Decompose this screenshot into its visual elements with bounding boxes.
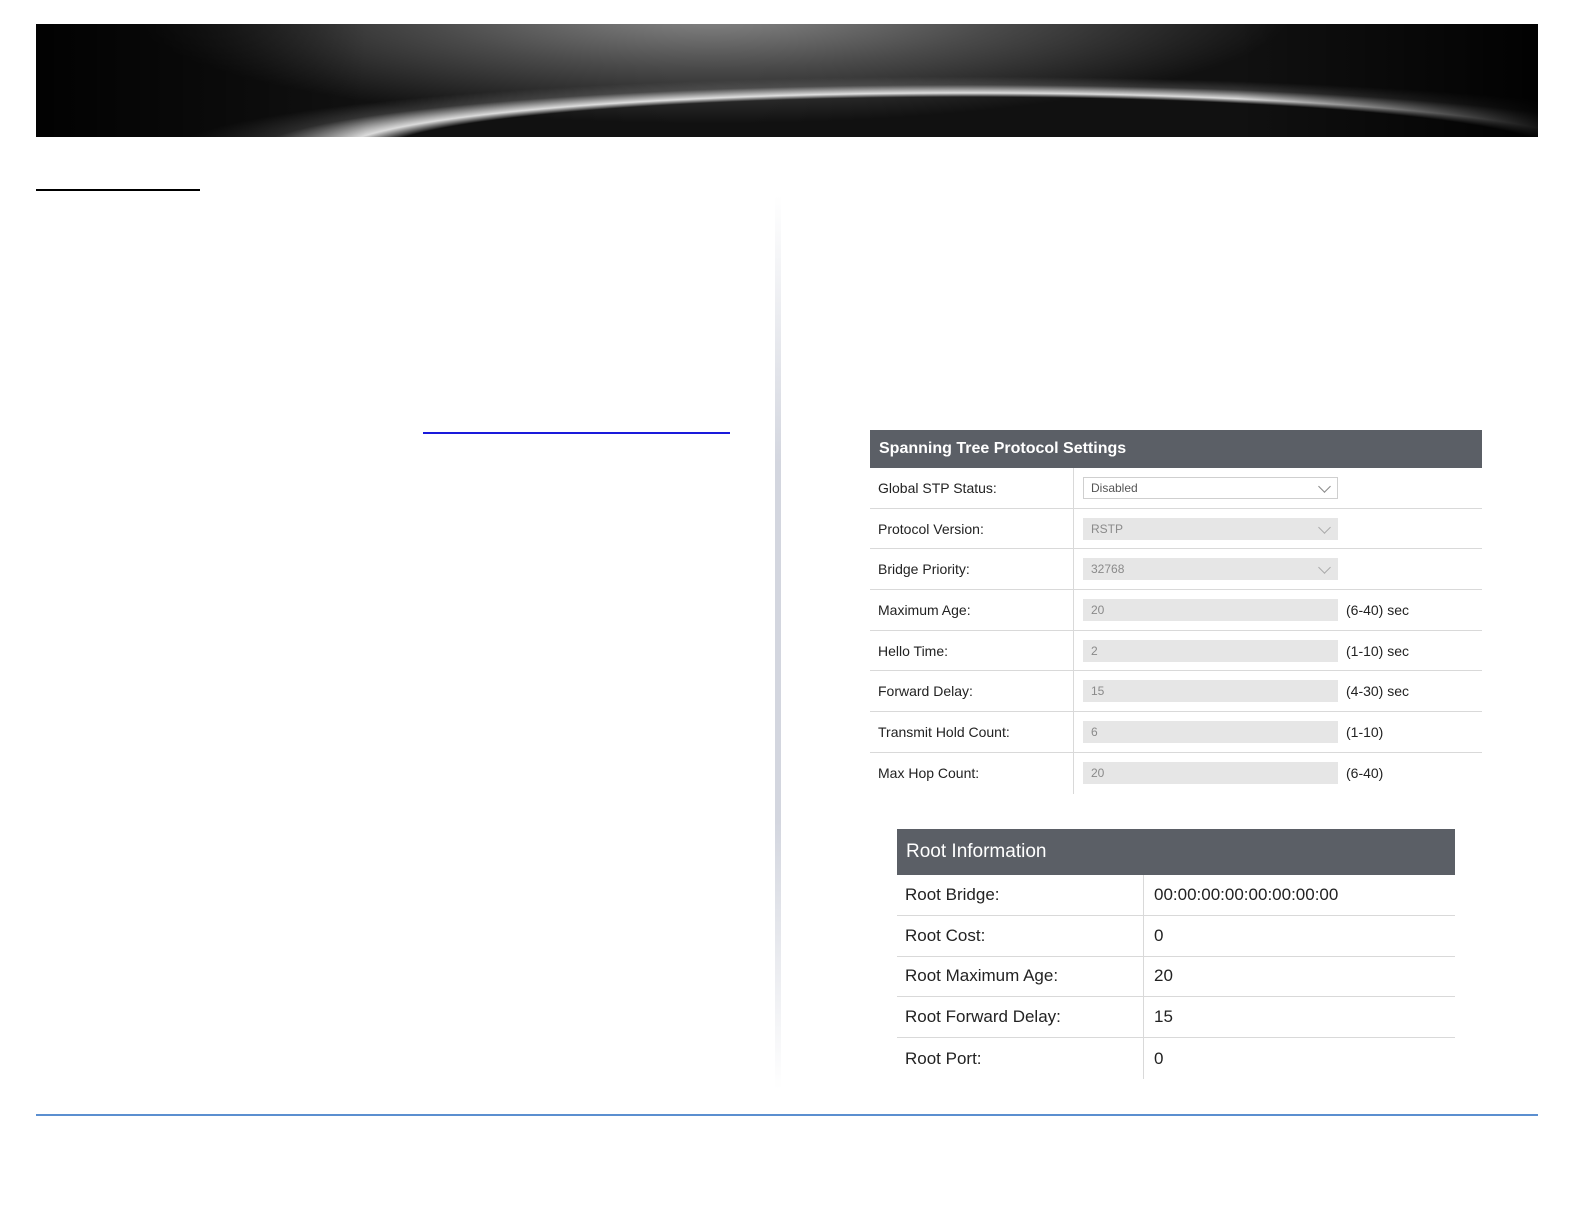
bridge-priority-value: 32768 bbox=[1091, 562, 1125, 577]
stp-settings-panel: Spanning Tree Protocol Settings Global S… bbox=[870, 430, 1482, 794]
stp-row-bridge-priority: Bridge Priority: 32768 bbox=[870, 549, 1482, 591]
hello-time-range: (1-10) sec bbox=[1346, 642, 1410, 659]
transmit-hold-count-label: Transmit Hold Count: bbox=[870, 712, 1074, 752]
stp-row-forward-delay: Forward Delay: 15 (4-30) sec bbox=[870, 671, 1482, 713]
bridge-priority-select: 32768 bbox=[1083, 558, 1338, 581]
column-divider bbox=[775, 195, 781, 1090]
stp-settings-title: Spanning Tree Protocol Settings bbox=[870, 430, 1482, 468]
root-maximum-age-label: Root Maximum Age: bbox=[897, 956, 1144, 997]
chevron-down-icon bbox=[1318, 520, 1331, 534]
maximum-age-label: Maximum Age: bbox=[870, 590, 1074, 630]
root-cost-value: 0 bbox=[1154, 925, 1164, 945]
root-bridge-value: 00:00:00:00:00:00:00:00 bbox=[1154, 884, 1339, 904]
forward-delay-range: (4-30) sec bbox=[1346, 683, 1410, 700]
stp-row-global-status: Global STP Status: Disabled bbox=[870, 468, 1482, 509]
bridge-priority-label: Bridge Priority: bbox=[870, 549, 1074, 590]
root-maximum-age-value: 20 bbox=[1154, 966, 1173, 986]
transmit-hold-count-input: 6 bbox=[1083, 720, 1338, 743]
forward-delay-label: Forward Delay: bbox=[870, 671, 1074, 712]
root-cost-label: Root Cost: bbox=[897, 915, 1144, 956]
root-port-value: 0 bbox=[1154, 1048, 1164, 1068]
maximum-age-input: 20 bbox=[1083, 598, 1338, 621]
protocol-version-select: RSTP bbox=[1083, 517, 1338, 540]
root-row-maximum-age: Root Maximum Age: 20 bbox=[897, 956, 1455, 998]
stp-row-max-hop-count: Max Hop Count: 20 (6-40) bbox=[870, 752, 1482, 794]
protocol-version-label: Protocol Version: bbox=[870, 508, 1074, 549]
root-forward-delay-label: Root Forward Delay: bbox=[897, 997, 1144, 1038]
root-information-title: Root Information bbox=[897, 829, 1455, 875]
chevron-down-icon bbox=[1318, 479, 1331, 493]
root-row-bridge: Root Bridge: 00:00:00:00:00:00:00:00 bbox=[897, 875, 1455, 916]
root-bridge-label: Root Bridge: bbox=[897, 875, 1144, 915]
root-row-port: Root Port: 0 bbox=[897, 1038, 1455, 1079]
root-row-cost: Root Cost: 0 bbox=[897, 915, 1455, 957]
stp-row-transmit-hold-count: Transmit Hold Count: 6 (1-10) bbox=[870, 712, 1482, 753]
transmit-hold-count-range: (1-10) bbox=[1346, 723, 1384, 740]
forward-delay-input: 15 bbox=[1083, 680, 1338, 703]
hyperlink-underline[interactable] bbox=[423, 432, 730, 434]
footer-rule bbox=[36, 1114, 1538, 1116]
root-row-forward-delay: Root Forward Delay: 15 bbox=[897, 997, 1455, 1039]
root-forward-delay-value: 15 bbox=[1154, 1007, 1173, 1027]
section-heading-underline bbox=[36, 189, 200, 191]
stp-row-maximum-age: Maximum Age: 20 (6-40) sec bbox=[870, 590, 1482, 631]
hello-time-label: Hello Time: bbox=[870, 630, 1074, 671]
max-hop-count-label: Max Hop Count: bbox=[870, 752, 1074, 794]
global-stp-status-label: Global STP Status: bbox=[870, 468, 1074, 508]
maximum-age-range: (6-40) sec bbox=[1346, 601, 1410, 618]
max-hop-count-input: 20 bbox=[1083, 762, 1338, 785]
stp-row-hello-time: Hello Time: 2 (1-10) sec bbox=[870, 630, 1482, 672]
stp-row-protocol-version: Protocol Version: RSTP bbox=[870, 508, 1482, 550]
hello-time-input: 2 bbox=[1083, 639, 1338, 662]
protocol-version-value: RSTP bbox=[1091, 521, 1124, 536]
global-stp-status-select[interactable]: Disabled bbox=[1083, 476, 1338, 499]
max-hop-count-range: (6-40) bbox=[1346, 765, 1384, 782]
chevron-down-icon bbox=[1318, 561, 1331, 575]
header-banner bbox=[36, 24, 1538, 137]
root-port-label: Root Port: bbox=[897, 1038, 1144, 1079]
root-information-panel: Root Information Root Bridge: 00:00:00:0… bbox=[897, 829, 1455, 1079]
global-stp-status-value: Disabled bbox=[1091, 480, 1138, 495]
